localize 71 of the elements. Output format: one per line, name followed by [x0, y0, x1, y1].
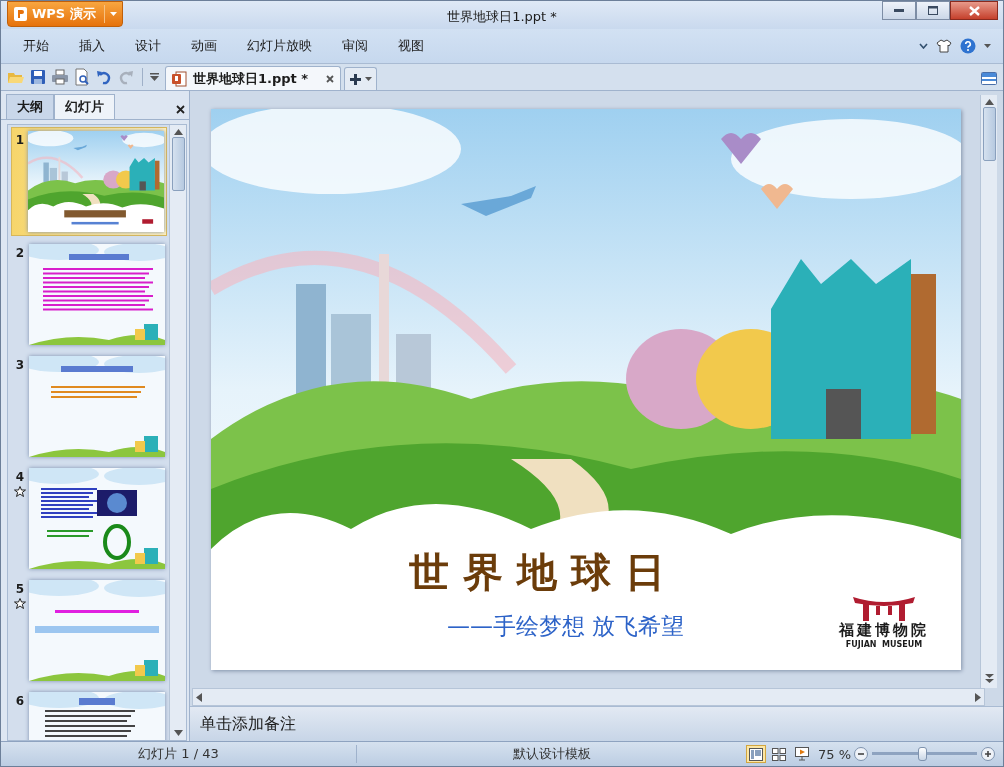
- gate-logo-icon: [853, 595, 915, 621]
- close-tab-icon[interactable]: [326, 74, 334, 83]
- double-down-arrow-icon[interactable]: [984, 674, 994, 684]
- menu-item[interactable]: 幻灯片放映: [247, 37, 312, 55]
- zoom-level: 75 %: [818, 746, 853, 762]
- scroll-right-icon[interactable]: [975, 692, 981, 702]
- panel-tab[interactable]: 幻灯片: [54, 94, 115, 119]
- minimize-button[interactable]: [882, 1, 916, 20]
- slide-thumbnail[interactable]: [29, 468, 165, 569]
- close-button[interactable]: [950, 1, 998, 20]
- menu-item[interactable]: 动画: [191, 37, 217, 55]
- maximize-icon: [928, 6, 938, 15]
- sorter-view-button[interactable]: [769, 745, 789, 763]
- minimize-icon: [894, 9, 904, 12]
- slide-number: 6: [15, 694, 25, 708]
- dropdown-caret-icon: [109, 12, 117, 16]
- wps-logo-icon: [14, 7, 27, 21]
- document-tab[interactable]: 世界地球日1.ppt *: [165, 66, 341, 90]
- panel-tab[interactable]: 大纲: [6, 94, 54, 119]
- close-icon[interactable]: [176, 105, 185, 114]
- menu-item[interactable]: 插入: [79, 37, 105, 55]
- scroll-down-icon[interactable]: [173, 730, 183, 736]
- customize-toolbar-icon[interactable]: [150, 73, 159, 81]
- vertical-scrollbar[interactable]: [980, 95, 997, 688]
- scroll-left-icon[interactable]: [196, 692, 202, 702]
- template-name: 默认设计模板: [511, 745, 592, 763]
- vertical-scrollbar[interactable]: [169, 125, 186, 740]
- plus-icon: [349, 72, 362, 86]
- help-icon[interactable]: [960, 38, 976, 54]
- save-icon[interactable]: [29, 68, 47, 86]
- window-title: 世界地球日1.ppt *: [447, 8, 557, 26]
- collapse-chevron-icon[interactable]: [919, 43, 928, 49]
- close-icon: [968, 5, 980, 16]
- slide-thumbnail[interactable]: [29, 244, 165, 345]
- slide-number: 2: [15, 246, 25, 260]
- dropdown-caret-icon[interactable]: [984, 44, 991, 48]
- print-preview-icon[interactable]: [73, 68, 91, 86]
- slide-counter: 幻灯片 1 / 43: [1, 745, 357, 763]
- menu-item[interactable]: 视图: [398, 37, 424, 55]
- scroll-thumb[interactable]: [982, 107, 996, 161]
- slide-thumbnail[interactable]: [29, 356, 165, 457]
- slide-number: 5: [15, 582, 25, 596]
- scroll-up-icon[interactable]: [173, 129, 183, 135]
- menu-item[interactable]: 审阅: [342, 37, 368, 55]
- scroll-up-icon[interactable]: [984, 99, 994, 105]
- menu-item[interactable]: 设计: [135, 37, 161, 55]
- slide-subtitle: ——手绘梦想 放飞希望: [447, 612, 685, 641]
- zoom-in-icon[interactable]: [981, 747, 995, 761]
- normal-view-button[interactable]: [746, 745, 766, 763]
- logo-text: 福建博物院: [839, 621, 929, 640]
- window-layout-icon[interactable]: [981, 72, 997, 85]
- printer-icon[interactable]: [51, 68, 69, 86]
- zoom-slider-thumb[interactable]: [918, 747, 928, 761]
- slide-number: 3: [15, 358, 25, 372]
- slide-number: 1: [15, 133, 25, 147]
- show-view-button[interactable]: [792, 745, 812, 763]
- caret-icon: [365, 77, 372, 81]
- undo-icon[interactable]: [95, 68, 113, 86]
- slide-title: 世 界 地 球 日: [409, 547, 665, 597]
- new-tab-button[interactable]: [344, 67, 377, 90]
- slide-thumbnail[interactable]: [29, 580, 165, 681]
- notes-field[interactable]: 单击添加备注: [190, 707, 1003, 741]
- menu-item[interactable]: 开始: [23, 37, 49, 55]
- horizontal-scrollbar[interactable]: [192, 688, 985, 706]
- zoom-out-icon[interactable]: [854, 747, 868, 761]
- logo-caption: FUJIAN MUSEUM: [845, 640, 923, 649]
- shirt-icon[interactable]: [936, 39, 952, 53]
- maximize-button[interactable]: [916, 1, 950, 20]
- scroll-thumb[interactable]: [171, 137, 185, 191]
- presentation-file-icon: [172, 70, 187, 87]
- slide-number: 4: [15, 470, 25, 484]
